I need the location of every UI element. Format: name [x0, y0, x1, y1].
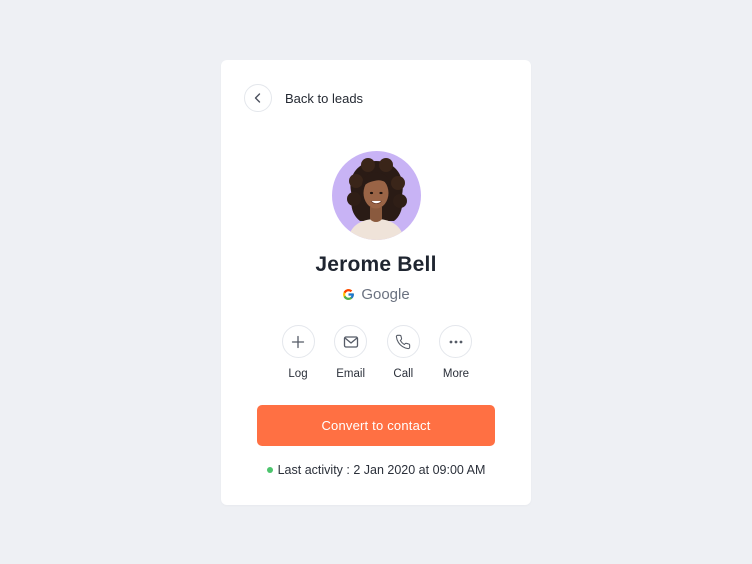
email-action[interactable]: Email: [334, 325, 368, 380]
chevron-left-icon: [254, 93, 261, 103]
company-row: Google: [221, 286, 531, 303]
back-button[interactable]: [244, 84, 272, 112]
company-name: Google: [361, 286, 410, 303]
log-button[interactable]: [281, 325, 315, 358]
status-dot: [266, 467, 273, 473]
lead-name: Jerome Bell: [315, 253, 437, 276]
call-action[interactable]: Call: [386, 325, 420, 380]
back-to-leads-link[interactable]: Back to leads: [244, 84, 363, 112]
last-activity: Last activity : 2 Jan 2020 at 09:00 AM: [221, 463, 531, 477]
more-action[interactable]: More: [439, 325, 473, 380]
avatar-portrait: [347, 158, 407, 240]
activity-value: 2 Jan 2020 at 09:00 AM: [353, 463, 486, 477]
more-button[interactable]: [439, 325, 473, 358]
avatar: [332, 151, 421, 240]
quick-actions: Log Email Call More: [281, 325, 473, 380]
email-button[interactable]: [334, 325, 368, 358]
plus-icon: [291, 335, 305, 348]
activity-label: Last activity :: [277, 463, 354, 477]
log-action[interactable]: Log: [281, 325, 315, 380]
mail-icon: [343, 335, 358, 348]
log-label: Log: [288, 368, 308, 380]
google-logo-icon: [343, 289, 355, 300]
phone-icon: [396, 334, 411, 349]
email-label: Email: [336, 368, 366, 380]
convert-to-contact-button[interactable]: Convert to contact: [257, 405, 495, 446]
lead-card: Back to leads Jerome Bell Google Log Ema…: [221, 60, 531, 505]
more-dots-icon: [449, 340, 463, 343]
call-label: Call: [393, 368, 414, 380]
call-button[interactable]: [386, 325, 420, 358]
back-label[interactable]: Back to leads: [285, 91, 363, 106]
more-label: More: [442, 368, 470, 380]
